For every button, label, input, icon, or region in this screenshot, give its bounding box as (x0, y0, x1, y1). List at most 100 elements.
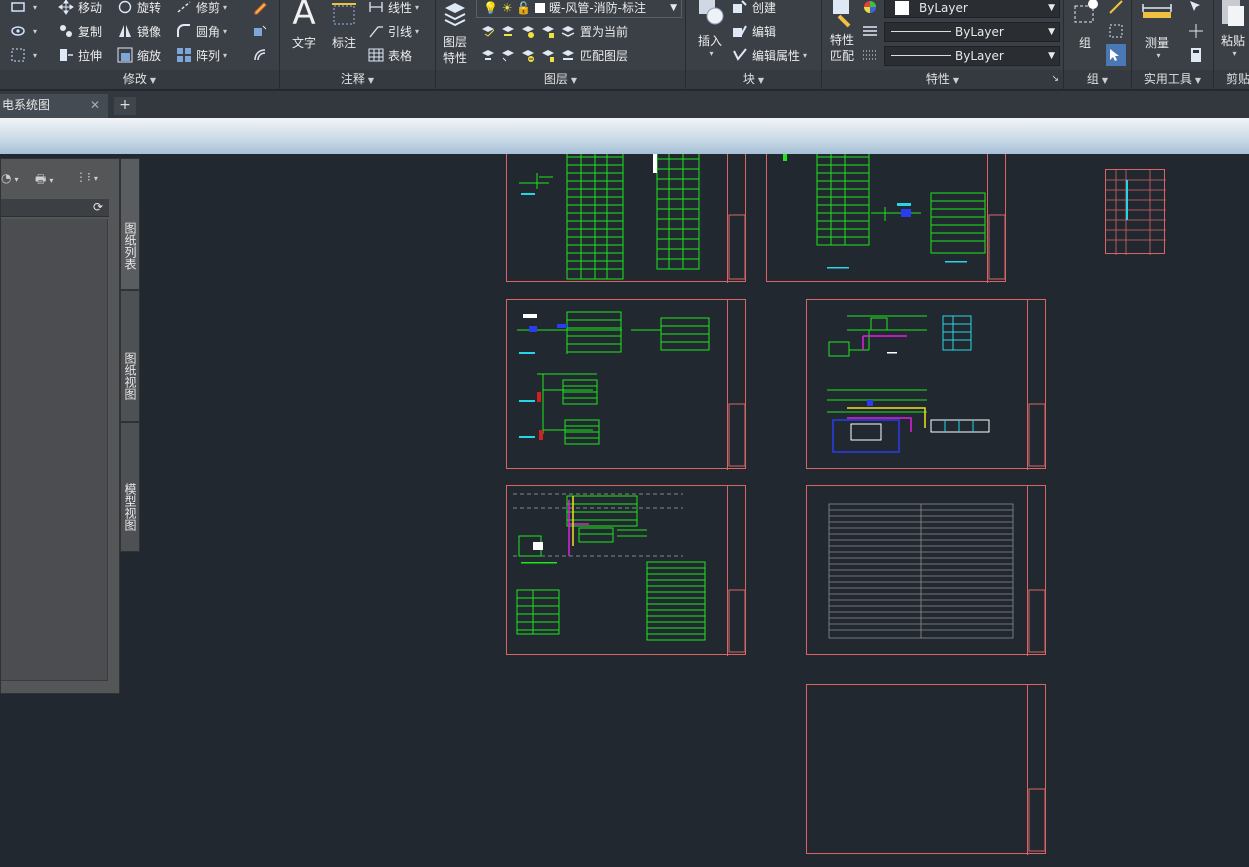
groups-panel: 组 组 ▼ (1064, 0, 1132, 90)
crosshair-icon (1188, 23, 1204, 39)
tab-sheet-views[interactable]: 图纸视图 (120, 290, 140, 422)
chevron-down-icon: ▼ (670, 3, 677, 13)
sheet-tools-icon[interactable]: ⋮⁝ ▾ (75, 170, 98, 184)
layer-tool-row2[interactable]: 置为当前 (480, 20, 628, 42)
group-edit-icon (1108, 23, 1124, 39)
measure-icon (1136, 0, 1178, 28)
set-current-icon (560, 23, 576, 39)
lineweight-dropdown[interactable]: ByLayer ▼ (884, 46, 1060, 66)
match-properties-button[interactable]: 特性 匹配 (824, 0, 860, 64)
layer-dropdown[interactable]: 💡 ☀ 🔓 暖-风管-消防-标注 ▼ (476, 0, 682, 18)
block-panel-title[interactable]: 块 ▼ (686, 70, 821, 89)
trim-button[interactable]: 修剪 ▾ (176, 0, 227, 18)
layers-panel: 图层 特性 💡 ☀ 🔓 暖-风管-消防-标注 ▼ 置为当前 匹配图层 图层 ▼ (436, 0, 686, 90)
explode-button[interactable] (252, 20, 272, 42)
utilities-panel: 测量 ▾ 实用工具 ▼ (1132, 0, 1214, 90)
edit-attributes-icon (732, 47, 748, 63)
fillet-button[interactable]: 圆角 ▾ (176, 20, 227, 42)
drawing-sheet-3[interactable] (506, 299, 746, 470)
mirror-button[interactable]: 镜像 (117, 20, 161, 42)
draw-tool-3[interactable]: ▾ (10, 44, 37, 66)
tab-model-views[interactable]: 模型视图 (120, 422, 140, 552)
point-style-button[interactable] (1188, 20, 1208, 42)
create-block-icon (732, 0, 748, 15)
dimension-button[interactable]: 标注 (328, 0, 360, 51)
sheet-2-content (783, 154, 1006, 283)
measure-button[interactable]: 测量 ▾ (1136, 0, 1178, 60)
publish-icon[interactable]: 🖶 ▾ (35, 170, 53, 191)
paste-button[interactable]: 粘贴 ▾ (1218, 0, 1248, 58)
drawing-sheet-5[interactable] (506, 485, 746, 656)
move-button[interactable]: 移动 (58, 0, 102, 18)
ungroup-button[interactable] (1108, 0, 1128, 18)
edit-attributes-button[interactable]: 编辑属性 ▾ (732, 44, 807, 66)
linear-dim-icon (368, 0, 384, 15)
pencil-icon (252, 0, 268, 15)
annotation-panel-title[interactable]: 注释 ▼ (280, 70, 435, 89)
linetype-dropdown[interactable]: ByLayer ▼ (884, 22, 1060, 42)
copy-icon (58, 23, 74, 39)
group-select-button[interactable] (1106, 44, 1126, 66)
copy-button[interactable]: 复制 (58, 20, 102, 42)
clipboard-panel-title[interactable]: 剪贴 (1214, 70, 1249, 89)
group-edit-button[interactable] (1108, 20, 1128, 42)
color-icon-slot (862, 0, 882, 18)
schedule-sheet[interactable] (1105, 169, 1166, 255)
layer-on-icon (480, 47, 496, 63)
calculator-button[interactable] (1188, 44, 1208, 66)
erase-button[interactable] (252, 0, 272, 18)
layer-lock-icon (540, 23, 556, 39)
refresh-icon[interactable]: ⟳ (93, 200, 103, 214)
properties-panel-title[interactable]: 特性 ▼ ↘ (822, 70, 1063, 89)
modify-panel-title[interactable]: 修改 ▼ (0, 70, 279, 89)
array-button[interactable]: 阵列 ▾ (176, 44, 227, 66)
groups-panel-title[interactable]: 组 ▼ (1064, 70, 1131, 89)
table-button[interactable]: 表格 (368, 44, 412, 66)
panel-launcher-icon[interactable]: ↘ (1051, 70, 1059, 89)
drawing-sheet-1[interactable] (506, 154, 746, 283)
create-block-button[interactable]: 创建 (732, 0, 776, 18)
offset-button[interactable] (252, 44, 272, 66)
tab-sheet-list[interactable]: 图纸列表 (120, 158, 140, 290)
layer-tool-row3[interactable]: 匹配图层 (480, 44, 628, 66)
new-tab-button[interactable]: + (114, 97, 136, 115)
text-button[interactable]: A 文字 (288, 0, 320, 51)
leader-icon (368, 23, 384, 39)
block-panel: 插入 ▾ 创建 编辑 编辑属性 ▾ 块 ▼ (686, 0, 822, 90)
sheet-4-content (827, 300, 1046, 470)
drawing-canvas[interactable] (0, 154, 1249, 867)
paste-icon (1218, 0, 1248, 28)
calculator-icon (1188, 47, 1204, 63)
draw-tool-1[interactable]: ▾ (10, 0, 37, 18)
drawing-sheet-7[interactable] (806, 684, 1046, 855)
document-tab[interactable]: 电系统图 ✕ (0, 94, 108, 118)
layers-panel-title[interactable]: 图层 ▼ (436, 70, 685, 89)
linear-dim-button[interactable]: 线性 ▾ (368, 0, 419, 18)
utilities-panel-title[interactable]: 实用工具 ▼ (1132, 70, 1213, 89)
sheet-set-icon[interactable]: ◔ ▾ (1, 171, 19, 185)
rotate-button[interactable]: 旋转 (117, 0, 161, 18)
close-icon[interactable]: ✕ (90, 94, 100, 116)
scale-button[interactable]: 缩放 (117, 44, 161, 66)
mirror-icon (117, 23, 133, 39)
insert-button[interactable]: 插入 ▾ (690, 0, 730, 58)
move-icon (58, 0, 74, 15)
properties-panel: 特性 匹配 ByLayer ▼ ByLayer ▼ ByLayer ▼ 特性 ▼ ↘ (822, 0, 1064, 90)
drawing-sheet-6[interactable] (806, 485, 1046, 656)
quick-select-button[interactable] (1188, 0, 1208, 18)
leader-button[interactable]: 引线 ▾ (368, 20, 419, 42)
stretch-button[interactable]: 拉伸 (58, 44, 102, 66)
region-icon (10, 47, 26, 63)
edit-block-button[interactable]: 编辑 (732, 20, 776, 42)
linetype-icon (862, 23, 878, 39)
group-button[interactable]: 组 (1068, 0, 1102, 51)
layer-freeze-icon (520, 23, 536, 39)
layer-properties-button[interactable]: 图层 特性 (440, 0, 470, 66)
dimension-icon (328, 0, 360, 30)
drawing-sheet-2[interactable] (766, 154, 1006, 283)
color-dropdown[interactable]: ByLayer ▼ (884, 0, 1060, 18)
drawing-sheet-4[interactable] (806, 299, 1046, 470)
draw-tool-2[interactable]: ▾ (10, 20, 37, 42)
rectangle-icon (10, 0, 26, 15)
sheet-list-tree[interactable] (1, 219, 108, 681)
